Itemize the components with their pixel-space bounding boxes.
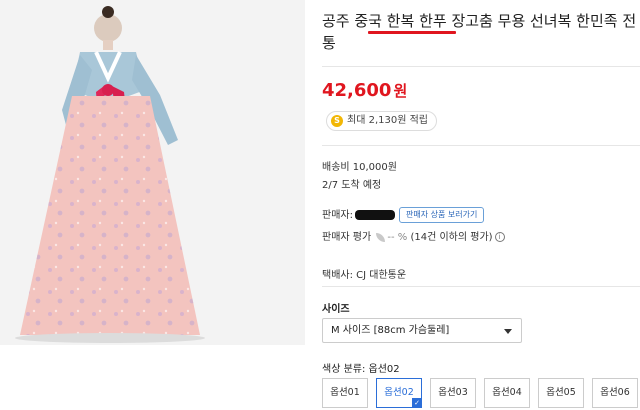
size-select[interactable]: M 사이즈 [88cm 가슴둘레] [322,318,522,343]
color-option-03[interactable]: 옵션03 [430,378,476,408]
info-icon[interactable]: i [494,232,505,242]
seller-rating-label: 판매자 평가 [322,232,372,243]
seller-rating-value: -- % [387,232,408,243]
price-value: 42,600 [322,80,392,101]
seller-rating-note: (14건 이하의 평가) [410,232,493,243]
check-icon: ✓ [412,398,422,408]
delivery-eta: 2/7 도착 예정 [322,180,382,191]
option-label: 옵션01 [330,387,360,398]
shipping-fee: 배송비 10,000원 [322,162,397,173]
reward-text: 최대 2,130원 적립 [347,115,428,126]
product-info-panel: 공주 중국 한복 한푸 장고춤 무용 선녀복 한민족 전통 42,600 원 S … [322,0,640,410]
color-option-05[interactable]: 옵션05 [538,378,584,408]
color-option-01[interactable]: 옵션01 [322,378,368,408]
seller-name-redacted [354,210,395,220]
size-label: 사이즈 [322,304,350,315]
option-label: 옵션02 [384,387,414,398]
seller-products-button[interactable]: 판매자 상품 보러가기 [398,207,485,223]
product-title: 공주 중국 한복 한푸 장고춤 무용 선녀복 한민족 전통 [322,12,637,52]
divider [322,286,640,287]
option-label: 옵션04 [492,387,522,398]
price: 42,600 원 [322,80,407,101]
option-label: 옵션03 [438,387,468,398]
seller-label: 판매자: [322,210,353,221]
color-option-02[interactable]: 옵션02 ✓ [376,378,422,408]
size-selected-value: M 사이즈 [88cm 가슴둘레] [331,325,450,336]
color-option-06[interactable]: 옵션06 [592,378,638,408]
divider [322,66,640,67]
leaf-icon [376,232,386,242]
color-label: 색상 분류: 옵션02 [322,364,400,375]
price-unit: 원 [393,82,408,100]
seller-row: 판매자: 판매자 상품 보러가기 [322,206,485,223]
product-image[interactable] [0,0,305,345]
seller-rating-row: 판매자 평가 -- % (14건 이하의 평가) i [322,228,505,243]
color-option-04[interactable]: 옵션04 [484,378,530,408]
divider [322,145,640,146]
option-label: 옵션06 [600,387,630,398]
caret-down-icon [504,329,512,334]
hanbok-model-illustration [0,0,305,345]
reward-badge: S 최대 2,130원 적립 [326,111,437,131]
option-label: 옵션05 [546,387,576,398]
courier: 택배사: CJ 대한통운 [322,270,407,281]
color-options: 옵션01 옵션02 ✓ 옵션03 옵션04 옵션05 옵션06 [322,378,638,408]
coin-icon: S [331,115,343,127]
